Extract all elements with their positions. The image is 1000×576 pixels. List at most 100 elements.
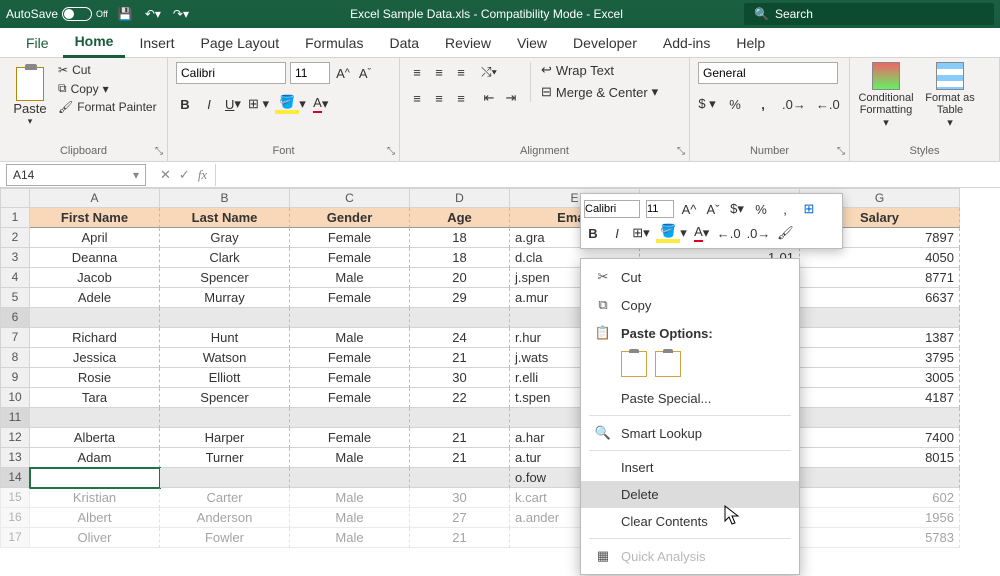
redo-icon[interactable]: ↷▾: [173, 7, 189, 21]
comma-icon[interactable]: ,: [754, 94, 772, 114]
cell[interactable]: Female: [290, 248, 410, 268]
fill-color-button[interactable]: 🪣▾: [275, 94, 306, 114]
cell[interactable]: Deanna: [30, 248, 160, 268]
cell[interactable]: [160, 408, 290, 428]
select-all-corner[interactable]: [0, 188, 30, 208]
undo-icon[interactable]: ↶▾: [145, 7, 161, 21]
dialog-launcher-icon[interactable]: ⤡: [677, 146, 685, 157]
align-right-icon[interactable]: ≡: [452, 88, 470, 108]
cell[interactable]: Adam: [30, 448, 160, 468]
cell[interactable]: April: [30, 228, 160, 248]
row-header[interactable]: 17: [0, 528, 30, 548]
cell[interactable]: 20: [410, 268, 510, 288]
cell[interactable]: First Name: [30, 208, 160, 228]
number-format-select[interactable]: [698, 62, 838, 84]
fill-color-button[interactable]: 🪣▾: [656, 223, 687, 243]
tab-view[interactable]: View: [505, 29, 559, 57]
ctx-clear-contents[interactable]: Clear Contents: [581, 508, 799, 535]
toggle-switch[interactable]: [62, 7, 92, 21]
cell[interactable]: Spencer: [160, 388, 290, 408]
table-icon[interactable]: ⊞: [800, 199, 818, 219]
font-size-select[interactable]: [290, 62, 330, 84]
row-header[interactable]: 13: [0, 448, 30, 468]
align-middle-icon[interactable]: ≡: [430, 62, 448, 82]
column-header[interactable]: D: [410, 188, 510, 208]
cut-button[interactable]: ✂Cut: [56, 62, 159, 78]
cell[interactable]: Female: [290, 228, 410, 248]
ctx-smart-lookup[interactable]: 🔍Smart Lookup: [581, 419, 799, 447]
cell[interactable]: 7400: [800, 428, 960, 448]
cell[interactable]: [800, 308, 960, 328]
cell[interactable]: Carter: [160, 488, 290, 508]
font-color-button[interactable]: A▾: [693, 223, 711, 243]
row-header[interactable]: 15: [0, 488, 30, 508]
cell[interactable]: 27: [410, 508, 510, 528]
row-header[interactable]: 6: [0, 308, 30, 328]
mini-font-size[interactable]: [646, 200, 674, 218]
cell[interactable]: 3795: [800, 348, 960, 368]
cell[interactable]: [410, 468, 510, 488]
cell[interactable]: Tara: [30, 388, 160, 408]
cell[interactable]: Gray: [160, 228, 290, 248]
currency-icon[interactable]: $▾: [728, 199, 746, 219]
cell[interactable]: 4050: [800, 248, 960, 268]
paste-button[interactable]: Paste ▾: [8, 62, 52, 132]
cell[interactable]: Adele: [30, 288, 160, 308]
ctx-cut[interactable]: ✂Cut: [581, 263, 799, 291]
tab-insert[interactable]: Insert: [127, 29, 186, 57]
row-header[interactable]: 10: [0, 388, 30, 408]
cell[interactable]: Male: [290, 528, 410, 548]
row-header[interactable]: 4: [0, 268, 30, 288]
cell[interactable]: Gender: [290, 208, 410, 228]
formula-input[interactable]: [215, 164, 1000, 186]
tab-review[interactable]: Review: [433, 29, 503, 57]
format-painter-icon[interactable]: 🖌: [776, 223, 794, 243]
column-header[interactable]: C: [290, 188, 410, 208]
tab-formulas[interactable]: Formulas: [293, 29, 375, 57]
cell[interactable]: 3005: [800, 368, 960, 388]
row-header[interactable]: 7: [0, 328, 30, 348]
row-header[interactable]: 9: [0, 368, 30, 388]
bold-button[interactable]: B: [584, 223, 602, 243]
tab-home[interactable]: Home: [63, 27, 126, 58]
wrap-text-button[interactable]: ↩Wrap Text: [541, 62, 658, 78]
tab-add-ins[interactable]: Add-ins: [651, 29, 722, 57]
row-header[interactable]: 11: [0, 408, 30, 428]
cell[interactable]: 602: [800, 488, 960, 508]
decrease-font-icon[interactable]: Aˇ: [356, 63, 374, 83]
row-header[interactable]: 12: [0, 428, 30, 448]
cell[interactable]: 24: [410, 328, 510, 348]
cell[interactable]: [160, 308, 290, 328]
percent-icon[interactable]: %: [726, 94, 744, 114]
ctx-delete[interactable]: Delete: [581, 481, 799, 508]
cell[interactable]: [410, 308, 510, 328]
save-icon[interactable]: 💾: [118, 7, 133, 21]
ctx-paste-special[interactable]: Paste Special...: [581, 385, 799, 412]
cell[interactable]: Female: [290, 288, 410, 308]
merge-center-button[interactable]: ⊟Merge & Center ▾: [541, 84, 658, 100]
decrease-decimal-icon[interactable]: ←.0: [717, 223, 741, 243]
cell[interactable]: Watson: [160, 348, 290, 368]
column-header[interactable]: A: [30, 188, 160, 208]
cell[interactable]: Harper: [160, 428, 290, 448]
row-header[interactable]: 14: [0, 468, 30, 488]
conditional-formatting-button[interactable]: Conditional Formatting ▾: [858, 62, 914, 129]
orientation-icon[interactable]: ⤭▾: [480, 62, 498, 82]
decrease-decimal-icon[interactable]: ←.0: [816, 94, 840, 114]
cell[interactable]: [290, 468, 410, 488]
percent-icon[interactable]: %: [752, 199, 770, 219]
align-bottom-icon[interactable]: ≡: [452, 62, 470, 82]
fx-icon[interactable]: fx: [198, 167, 207, 183]
italic-button[interactable]: I: [200, 94, 218, 114]
paste-option-values[interactable]: [655, 351, 681, 377]
cell[interactable]: Albert: [30, 508, 160, 528]
format-painter-button[interactable]: 🖌Format Painter: [56, 99, 159, 115]
cell[interactable]: Male: [290, 328, 410, 348]
cell[interactable]: Last Name: [160, 208, 290, 228]
increase-decimal-icon[interactable]: .0→: [747, 223, 771, 243]
cell[interactable]: 4187: [800, 388, 960, 408]
row-header[interactable]: 16: [0, 508, 30, 528]
enter-icon[interactable]: ✓: [179, 167, 190, 183]
cell[interactable]: Fowler: [160, 528, 290, 548]
cell[interactable]: 21: [410, 528, 510, 548]
